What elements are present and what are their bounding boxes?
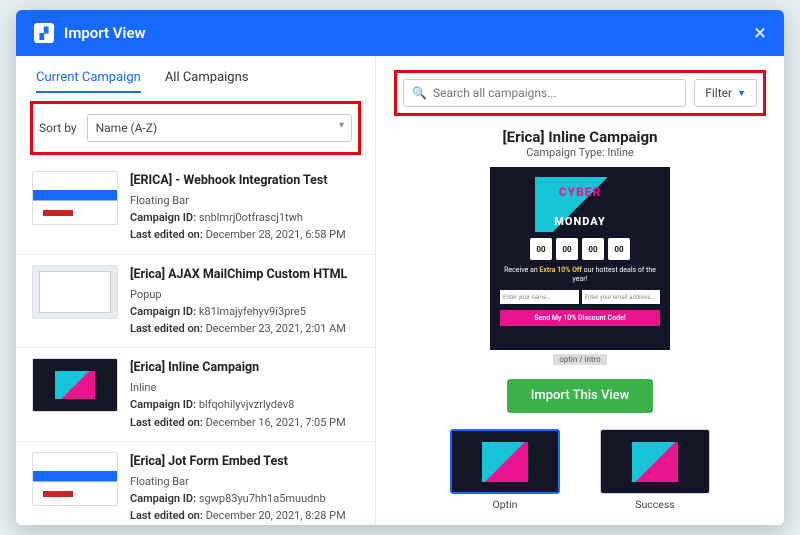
campaign-thumbnail [32, 358, 118, 412]
search-icon: 🔍 [412, 86, 427, 100]
success-label: Success [635, 498, 674, 511]
campaign-edited: December 28, 2021, 6:58 PM [206, 228, 346, 241]
campaign-name: [Erica] Inline Campaign [130, 358, 355, 377]
list-item[interactable]: [Erica] AJAX MailChimp Custom HTML Popup… [16, 255, 375, 349]
campaign-thumbnail [32, 171, 118, 225]
campaign-name: [ERICA] - Webhook Integration Test [130, 171, 355, 190]
close-icon[interactable]: × [754, 21, 766, 46]
campaign-thumbnail [32, 452, 118, 506]
campaign-meta: [Erica] AJAX MailChimp Custom HTML Popup… [130, 265, 355, 338]
preview-name-field: Enter your name… [500, 290, 579, 304]
campaign-name: [Erica] Jot Form Embed Test [130, 452, 355, 471]
campaign-preview: CYBER MONDAY 00 00 00 00 Receive an Extr… [490, 167, 670, 350]
search-highlight: 🔍 Filter ▼ [394, 70, 766, 116]
preview-title: [Erica] Inline Campaign [503, 128, 658, 146]
sort-select-wrap: Name (A-Z) [87, 114, 352, 142]
campaign-meta: [ERICA] - Webhook Integration Test Float… [130, 171, 355, 244]
modal-body: Current Campaign All Campaigns Sort by N… [16, 56, 784, 525]
timer-days: 00 [530, 238, 552, 260]
view-success[interactable]: Success [600, 429, 710, 511]
campaign-meta: [Erica] Jot Form Embed Test Floating Bar… [130, 452, 355, 525]
countdown-timers: 00 00 00 00 [530, 238, 630, 260]
campaign-type: Inline [130, 379, 355, 396]
preview-type: Campaign Type: Inline [526, 146, 634, 159]
app-logo-icon: ▞ [34, 23, 54, 43]
success-thumbnail [600, 429, 710, 494]
optin-thumbnail [450, 429, 560, 494]
campaign-type: Popup [130, 286, 355, 303]
filter-label: Filter [705, 86, 732, 100]
sort-label: Sort by [39, 121, 77, 135]
preview-panel: 🔍 Filter ▼ [Erica] Inline Campaign Campa… [376, 56, 784, 525]
id-label: Campaign ID: [130, 211, 196, 224]
sort-highlight: Sort by Name (A-Z) [30, 101, 361, 155]
campaign-list-panel: Current Campaign All Campaigns Sort by N… [16, 56, 376, 525]
campaign-edited: December 23, 2021, 2:01 AM [206, 322, 346, 335]
campaign-type: Floating Bar [130, 192, 355, 209]
campaign-name: [Erica] AJAX MailChimp Custom HTML [130, 265, 355, 284]
preview-caption: optin / intro [553, 354, 606, 365]
campaign-list[interactable]: [ERICA] - Webhook Integration Test Float… [16, 161, 375, 525]
view-optin[interactable]: Optin [450, 429, 560, 511]
sort-select[interactable]: Name (A-Z) [87, 114, 352, 142]
tab-current-campaign[interactable]: Current Campaign [36, 70, 141, 93]
list-item[interactable]: [ERICA] - Webhook Integration Test Float… [16, 161, 375, 255]
import-view-modal: ▞ Import View × Current Campaign All Cam… [16, 10, 784, 525]
search-input[interactable] [433, 86, 677, 100]
timer-seconds: 00 [608, 238, 630, 260]
campaign-edited: December 20, 2021, 8:28 PM [206, 509, 346, 522]
monday-text: MONDAY [554, 215, 606, 228]
campaign-type: Floating Bar [130, 473, 355, 490]
view-selector: Optin Success [450, 429, 710, 511]
cyber-monday-graphic: CYBER MONDAY [535, 177, 625, 232]
campaign-tabs: Current Campaign All Campaigns [16, 56, 375, 99]
promo-text: Receive an Extra 10% Off our hottest dea… [500, 266, 660, 284]
filter-button[interactable]: Filter ▼ [694, 79, 757, 107]
campaign-id: snblmrj0otfrascj1twh [199, 211, 303, 224]
modal-title: Import View [64, 24, 754, 42]
campaign-edited: December 16, 2021, 7:05 PM [206, 416, 346, 429]
edited-label: Last edited on: [130, 228, 203, 241]
list-item[interactable]: [Erica] Jot Form Embed Test Floating Bar… [16, 442, 375, 525]
campaign-meta: [Erica] Inline Campaign Inline Campaign … [130, 358, 355, 431]
cyber-icon [632, 442, 678, 482]
tab-all-campaigns[interactable]: All Campaigns [165, 70, 249, 93]
preview-inputs: Enter your name… Enter your email addres… [500, 290, 660, 304]
campaign-id: sgwp83yu7hh1a5muudnb [199, 492, 326, 505]
cyber-icon [482, 442, 528, 482]
timer-minutes: 00 [582, 238, 604, 260]
modal-header: ▞ Import View × [16, 10, 784, 56]
campaign-id: k81lmajyfehyv9i3pre5 [199, 305, 306, 318]
preview-cta: Send My 10% Discount Code! [500, 310, 660, 326]
import-this-view-button[interactable]: Import This View [507, 379, 654, 413]
search-box[interactable]: 🔍 [403, 79, 686, 107]
optin-label: Optin [493, 498, 518, 511]
campaign-thumbnail [32, 265, 118, 319]
timer-hours: 00 [556, 238, 578, 260]
list-item[interactable]: [Erica] Inline Campaign Inline Campaign … [16, 348, 375, 442]
preview-email-field: Enter your email address… [582, 290, 661, 304]
chevron-down-icon: ▼ [737, 88, 746, 99]
campaign-id: blfqohilyvjvzrlydev8 [199, 398, 294, 411]
cyber-text: CYBER [559, 185, 602, 199]
